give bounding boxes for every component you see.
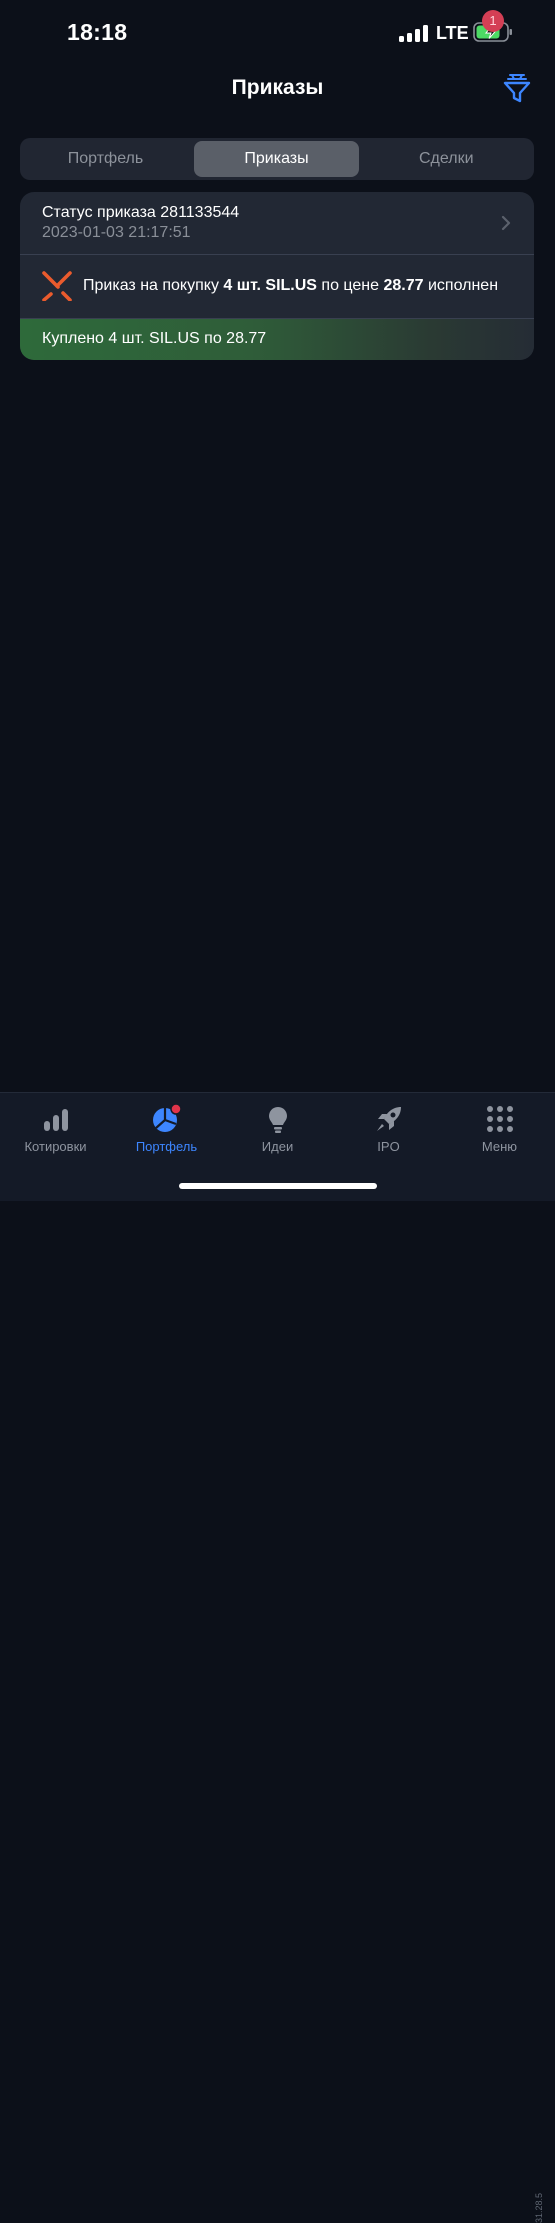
order-datetime: 2023-01-03 21:17:51 — [42, 224, 191, 241]
signal-icon — [399, 25, 429, 42]
tab-menu[interactable]: Меню — [444, 1093, 555, 1173]
segment-deals-label: Сделки — [419, 150, 474, 167]
segment-portfolio[interactable]: Портфель — [23, 141, 188, 177]
segment-orders[interactable]: Приказы — [194, 141, 359, 177]
order-message-row: Приказ на покупку 4 шт. SIL.US по цене 2… — [20, 255, 534, 318]
segment-deals[interactable]: Сделки — [365, 141, 531, 177]
tab-menu-label: Меню — [481, 1139, 518, 1154]
tab-quotes[interactable]: Котировки — [0, 1093, 111, 1173]
lightbulb-icon — [269, 1107, 287, 1133]
rocket-icon — [377, 1107, 401, 1131]
deals-count-badge: 1 — [482, 10, 504, 32]
app-version: 31.28.5 — [534, 2193, 544, 2223]
message-suffix: исполнен — [423, 277, 499, 294]
segmented-control: Портфель Приказы Сделки — [20, 138, 534, 180]
tab-portfolio-label: Портфель — [135, 1139, 198, 1154]
message-prefix: Приказ на покупку — [83, 277, 224, 294]
home-indicator — [179, 1183, 377, 1189]
tab-ipo[interactable]: IPO — [333, 1093, 444, 1173]
chevron-right-icon — [501, 215, 511, 231]
message-middle: по цене — [316, 277, 384, 294]
bar-chart-icon — [44, 1109, 68, 1131]
message-qty: 4 шт. SIL.US — [223, 277, 317, 294]
tab-ideas[interactable]: Идеи — [222, 1093, 333, 1173]
page-title: Приказы — [231, 76, 324, 99]
status-time: 18:18 — [67, 19, 128, 45]
order-card: Статус приказа 281133544 2023-01-03 21:1… — [20, 192, 534, 360]
network-type: LTE — [436, 23, 469, 43]
broker-logo-icon — [42, 271, 72, 301]
message-price: 28.77 — [383, 277, 424, 294]
tab-ipo-label: IPO — [377, 1139, 400, 1154]
order-message: Приказ на покупку 4 шт. SIL.US по цене 2… — [83, 277, 498, 295]
grid-dots-icon — [487, 1106, 513, 1132]
pie-chart-icon — [153, 1104, 182, 1132]
order-fill-row: Куплено 4 шт. SIL.US по 28.77 — [20, 319, 534, 360]
order-fill-text: Куплено 4 шт. SIL.US по 28.77 — [42, 330, 267, 347]
filter-icon[interactable] — [503, 73, 531, 103]
order-status-row[interactable]: Статус приказа 281133544 2023-01-03 21:1… — [20, 192, 534, 254]
tab-quotes-label: Котировки — [24, 1139, 87, 1154]
tab-portfolio[interactable]: Портфель — [111, 1093, 222, 1173]
tab-ideas-label: Идеи — [261, 1139, 294, 1154]
status-bar: 18:18 LTE — [0, 0, 555, 66]
order-status-title: Статус приказа 281133544 — [42, 204, 240, 221]
